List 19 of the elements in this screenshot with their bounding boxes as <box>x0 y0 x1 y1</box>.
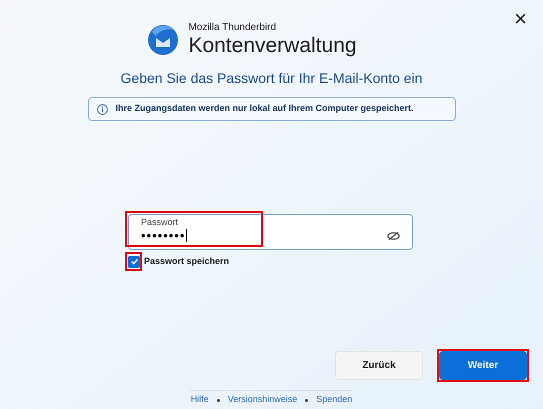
field-label: Passwort <box>141 218 180 227</box>
bird-logo-icon <box>146 22 180 56</box>
checkbox[interactable] <box>128 256 140 268</box>
brand-name: Mozilla Thunderbird <box>188 22 278 35</box>
check-icon <box>130 257 138 266</box>
checkbox-label: Passwort speichern <box>144 255 230 268</box>
password-value: •••••••• <box>141 229 186 242</box>
close-button[interactable]: × <box>514 8 527 30</box>
window-title: Kontenverwaltung <box>188 34 357 56</box>
footer-link[interactable]: Spenden <box>316 393 352 407</box>
info-icon <box>96 104 108 114</box>
info-text: Ihre Zugangsdaten werden nur lokal auf Ihrem Computer gespeichert. <box>116 102 414 116</box>
footer-link[interactable]: Hilfe <box>190 393 209 407</box>
eye-slash-icon[interactable] <box>387 230 400 240</box>
heading: Geben Sie das Passwort für Ihr E-Mail-Konto ein <box>120 69 422 88</box>
password-field[interactable]: Passwort •••••••• <box>128 214 413 250</box>
next-button[interactable]: Weiter <box>439 351 527 380</box>
back-button[interactable]: Zurück <box>335 351 423 380</box>
footer-link[interactable]: Versionshinweise <box>228 393 298 407</box>
